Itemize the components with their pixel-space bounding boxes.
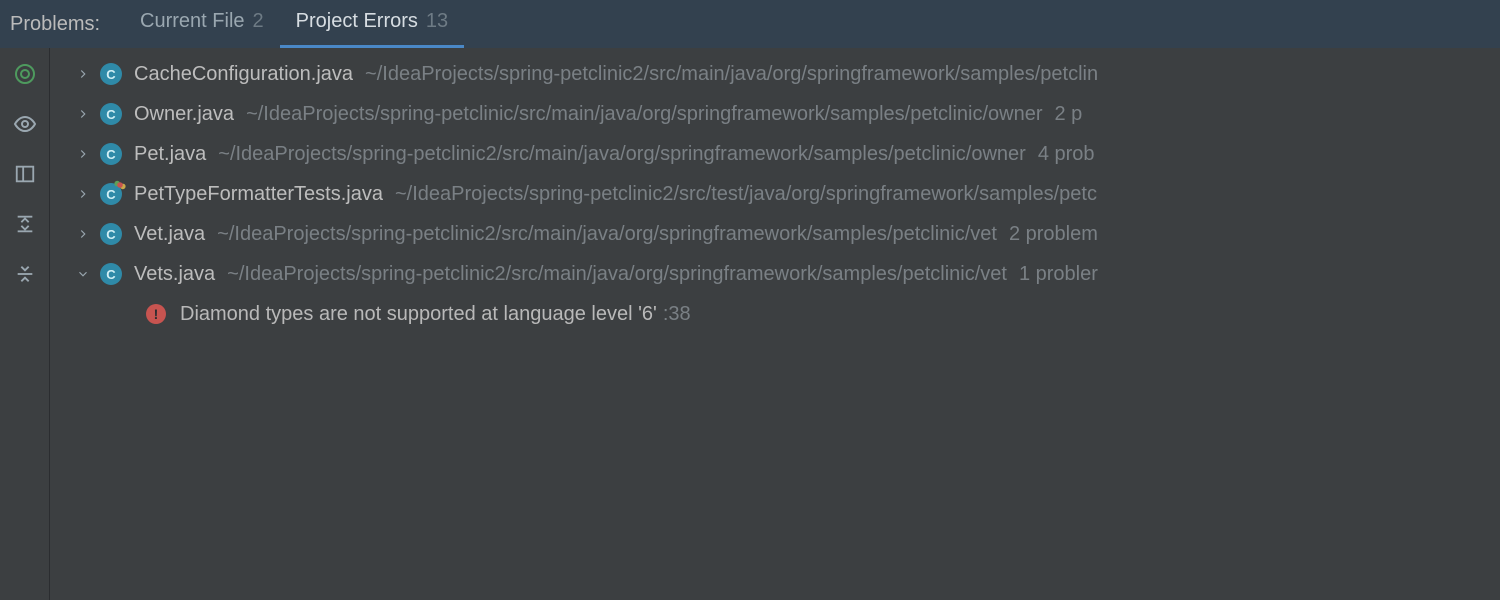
file-name: PetTypeFormatterTests.java (134, 183, 383, 206)
problems-label: Problems: (10, 13, 124, 36)
file-name: CacheConfiguration.java (134, 63, 353, 86)
file-path: ~/IdeaProjects/spring-petclinic2/src/mai… (353, 63, 1098, 86)
file-suffix: 4 prob (1026, 143, 1095, 166)
error-row[interactable]: ! Diamond types are not supported at lan… (50, 294, 1500, 334)
chevron-right-icon[interactable] (74, 225, 92, 243)
class-icon: C (100, 63, 122, 85)
class-icon: C (100, 103, 122, 125)
chevron-right-icon[interactable] (74, 105, 92, 123)
problems-main: C CacheConfiguration.java ~/IdeaProjects… (0, 48, 1500, 600)
eye-icon[interactable] (7, 106, 43, 142)
file-row[interactable]: C CacheConfiguration.java ~/IdeaProjects… (50, 54, 1500, 94)
tab-current-file[interactable]: Current File 2 (124, 0, 280, 48)
file-suffix: 2 p (1043, 103, 1083, 126)
error-icon: ! (146, 304, 166, 324)
file-row[interactable]: C Vets.java ~/IdeaProjects/spring-petcli… (50, 254, 1500, 294)
problems-header: Problems: Current File 2 Project Errors … (0, 0, 1500, 48)
chevron-right-icon[interactable] (74, 65, 92, 83)
file-name: Owner.java (134, 103, 234, 126)
class-icon: C (100, 263, 122, 285)
collapse-all-icon[interactable] (7, 256, 43, 292)
expand-all-icon[interactable] (7, 206, 43, 242)
chevron-right-icon[interactable] (74, 145, 92, 163)
tab-label: Project Errors (296, 10, 418, 33)
class-icon: C (100, 143, 122, 165)
file-row[interactable]: C Pet.java ~/IdeaProjects/spring-petclin… (50, 134, 1500, 174)
tab-count: 2 (245, 10, 264, 33)
tab-count: 13 (418, 10, 448, 33)
tab-project-errors[interactable]: Project Errors 13 (280, 0, 465, 48)
file-path: ~/IdeaProjects/spring-petclinic/src/main… (234, 103, 1042, 126)
chevron-right-icon[interactable] (74, 185, 92, 203)
error-location: :38 (657, 303, 691, 326)
file-row[interactable]: C PetTypeFormatterTests.java ~/IdeaProje… (50, 174, 1500, 214)
tool-gutter (0, 48, 50, 600)
file-suffix: 1 probler (1007, 263, 1098, 286)
file-name: Vet.java (134, 223, 205, 246)
file-name: Vets.java (134, 263, 215, 286)
file-path: ~/IdeaProjects/spring-petclinic2/src/mai… (205, 223, 997, 246)
file-row[interactable]: C Owner.java ~/IdeaProjects/spring-petcl… (50, 94, 1500, 134)
file-path: ~/IdeaProjects/spring-petclinic2/src/mai… (206, 143, 1026, 166)
file-row[interactable]: C Vet.java ~/IdeaProjects/spring-petclin… (50, 214, 1500, 254)
class-icon: C (100, 223, 122, 245)
tab-label: Current File (140, 10, 244, 33)
problems-tree: C CacheConfiguration.java ~/IdeaProjects… (50, 48, 1500, 600)
error-message: Diamond types are not supported at langu… (180, 303, 657, 326)
file-path: ~/IdeaProjects/spring-petclinic2/src/mai… (215, 263, 1007, 286)
layout-icon[interactable] (7, 156, 43, 192)
file-suffix: 2 problem (997, 223, 1098, 246)
class-icon: C (100, 183, 122, 205)
chevron-down-icon[interactable] (74, 265, 92, 283)
target-icon[interactable] (7, 56, 43, 92)
file-path: ~/IdeaProjects/spring-petclinic2/src/tes… (383, 183, 1097, 206)
file-name: Pet.java (134, 143, 206, 166)
